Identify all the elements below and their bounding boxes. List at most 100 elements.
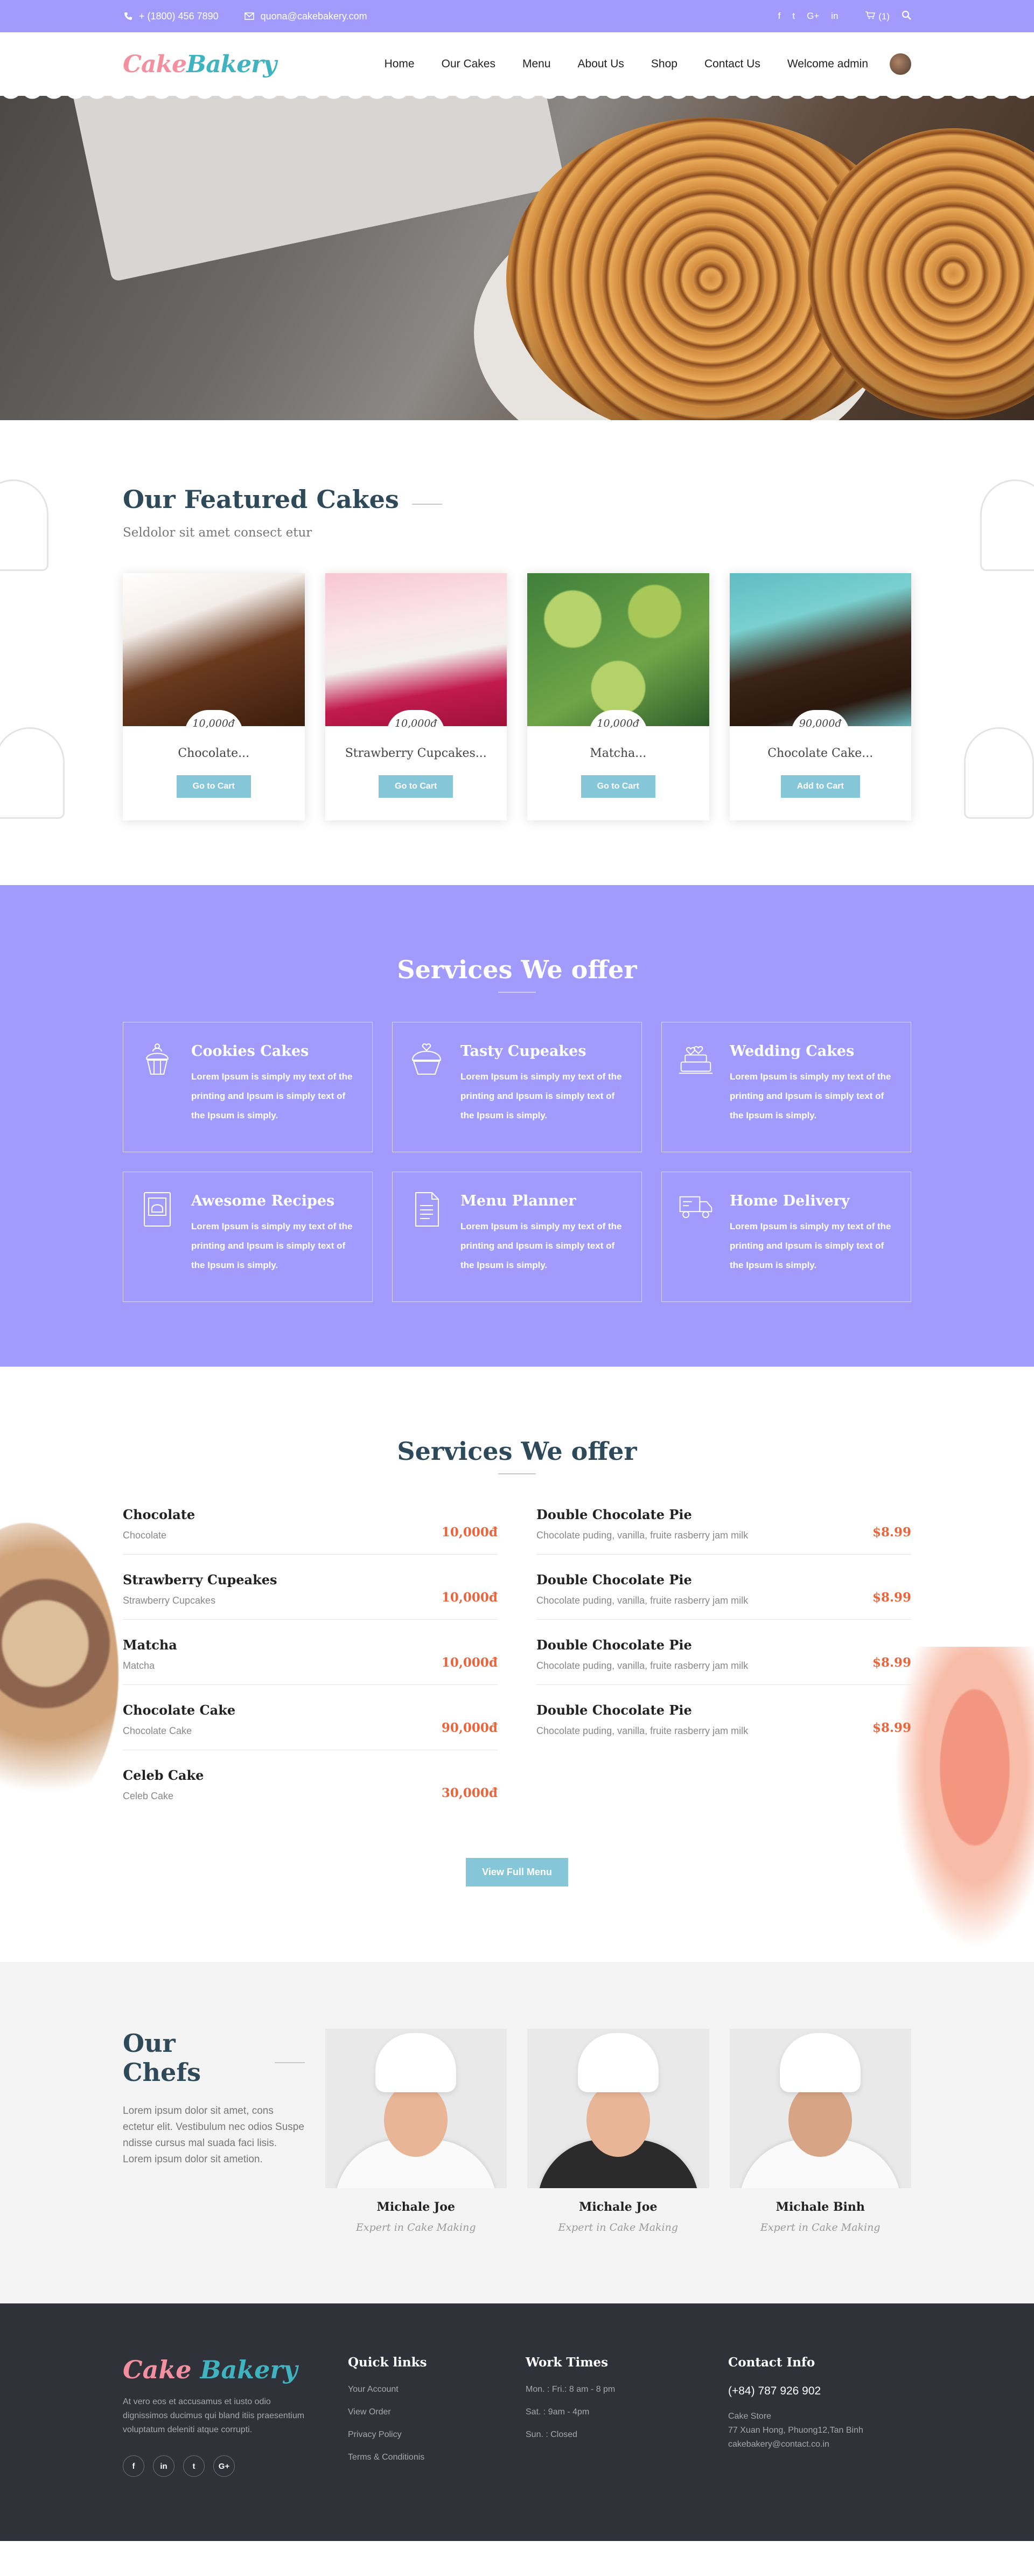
menu-item[interactable]: Matcha Matcha 10,000đ xyxy=(123,1637,498,1685)
service-title: Home Delivery xyxy=(730,1193,850,1209)
hero-banner xyxy=(0,96,1034,420)
product-image[interactable]: 10,000đ xyxy=(527,573,709,734)
product-image[interactable]: 10,000đ xyxy=(325,573,507,734)
menu-item[interactable]: Double Chocolate Pie Chocolate puding, va… xyxy=(536,1702,911,1750)
google-plus-icon[interactable]: G+ xyxy=(807,11,819,22)
footer-link-privacy-policy[interactable]: Privacy Policy xyxy=(348,2430,526,2440)
footer-link-your-account[interactable]: Your Account xyxy=(348,2385,526,2394)
product-image[interactable]: 10,000đ xyxy=(123,573,305,734)
footer-socials: f in t G+ xyxy=(123,2455,348,2477)
product-name[interactable]: Chocolate... xyxy=(123,747,305,760)
product-card-list: 10,000đ Chocolate... Go to Cart 10,000đ … xyxy=(123,573,911,820)
search-icon[interactable] xyxy=(902,10,911,23)
linkedin-icon[interactable]: in xyxy=(153,2455,174,2477)
contact-address: 77 Xuan Hong, Phuong12,Tan Binh xyxy=(728,2426,863,2435)
footer-about-text: At vero eos et accusamus et iusto odio d… xyxy=(123,2397,305,2434)
chef-role: Expert in Cake Making xyxy=(355,2222,476,2233)
contact-email[interactable]: cakebakery@contact.co.in xyxy=(728,2440,863,2449)
service-title: Menu Planner xyxy=(460,1193,576,1209)
main-menu: Home Our Cakes Menu About Us Shop Contac… xyxy=(385,53,911,75)
email-text[interactable]: quona@cakebakery.com xyxy=(261,11,367,22)
avatar[interactable] xyxy=(890,53,911,75)
logo-part-cake: Cake xyxy=(123,50,187,78)
cake-decor-left xyxy=(0,1523,118,1825)
service-card: Tasty Cupeakes Lorem Ipsum is simply my t… xyxy=(392,1022,642,1152)
services-title: Services We offer xyxy=(123,955,911,993)
chef-photo[interactable] xyxy=(527,2029,709,2188)
menu-column-right: Double Chocolate Pie Chocolate puding, va… xyxy=(536,1507,911,1832)
menu-item-price: 10,000đ xyxy=(441,1590,498,1605)
cupcake-icon xyxy=(139,1041,175,1080)
chef-photo[interactable] xyxy=(325,2029,507,2188)
facebook-icon[interactable]: f xyxy=(123,2455,144,2477)
go-to-cart-button[interactable]: Go to Cart xyxy=(581,775,655,798)
service-card: Wedding Cakes Lorem Ipsum is simply my te… xyxy=(661,1022,911,1152)
service-title: Cookies Cakes xyxy=(191,1043,309,1060)
menu-item[interactable]: Double Chocolate Pie Chocolate puding, va… xyxy=(536,1507,911,1555)
services-section: Services We offer Cookies Cakes Lorem Ips… xyxy=(0,885,1034,1367)
footer-logo[interactable]: Cake Bakery xyxy=(123,2355,348,2384)
linkedin-icon[interactable]: in xyxy=(831,11,838,22)
add-to-cart-button[interactable]: Add to Cart xyxy=(780,775,860,798)
product-image[interactable]: 90,000đ xyxy=(729,573,911,734)
facebook-icon[interactable]: f xyxy=(778,11,781,22)
service-text: Lorem Ipsum is simply my text of the pri… xyxy=(191,1221,353,1270)
go-to-cart-button[interactable]: Go to Cart xyxy=(176,775,251,798)
cupcake-outline-decor xyxy=(980,479,1034,571)
nav-about-us[interactable]: About Us xyxy=(578,58,624,71)
menu-item-name: Strawberry Cupeakes xyxy=(123,1572,277,1588)
logo-part-bakery: Bakery xyxy=(186,50,277,78)
service-title: Tasty Cupeakes xyxy=(460,1043,586,1060)
product-name[interactable]: Strawberry Cupcakes... xyxy=(325,747,507,760)
contact-store: Cake Store xyxy=(728,2412,772,2421)
services-grid: Cookies Cakes Lorem Ipsum is simply my te… xyxy=(123,1022,911,1302)
view-full-menu-button[interactable]: View Full Menu xyxy=(466,1858,568,1886)
chef-photo[interactable] xyxy=(729,2029,911,2188)
chefs-description: Lorem ipsum dolor sit amet, cons ectetur… xyxy=(123,2105,304,2165)
nav-menu[interactable]: Menu xyxy=(522,58,551,71)
contact-phone[interactable]: (+84) 787 926 902 xyxy=(728,2385,863,2398)
footer-link-terms[interactable]: Terms & Conditionis xyxy=(348,2453,526,2462)
twitter-icon[interactable]: t xyxy=(183,2455,205,2477)
main-navbar: CakeBakery Home Our Cakes Menu About Us … xyxy=(0,32,1034,103)
menu-item[interactable]: Chocolate Chocolate 10,000đ xyxy=(123,1507,498,1555)
product-price: 10,000đ xyxy=(184,710,243,734)
menu-item-name: Chocolate Cake xyxy=(123,1702,236,1718)
google-plus-icon[interactable]: G+ xyxy=(213,2455,235,2477)
nav-our-cakes[interactable]: Our Cakes xyxy=(442,58,495,71)
menu-item[interactable]: Strawberry Cupeakes Strawberry Cupcakes 10… xyxy=(123,1572,498,1620)
contact-info-title: Contact Info xyxy=(728,2355,815,2370)
menu-section: Services We offer Chocolate Chocolate 10,0… xyxy=(0,1367,1034,1962)
twitter-icon[interactable]: t xyxy=(792,11,795,22)
work-time-saturday: Sat. : 9am - 4pm xyxy=(526,2407,590,2417)
menu-item[interactable]: Double Chocolate Pie Chocolate puding, va… xyxy=(536,1637,911,1685)
product-name[interactable]: Matcha... xyxy=(527,747,709,760)
menu-item[interactable]: Chocolate Cake Chocolate Cake 90,000đ xyxy=(123,1702,498,1750)
menu-item-name: Double Chocolate Pie xyxy=(536,1572,692,1588)
recipe-book-icon xyxy=(139,1190,175,1229)
go-to-cart-button[interactable]: Go to Cart xyxy=(379,775,453,798)
menu-item[interactable]: Celeb Cake Celeb Cake 30,000đ xyxy=(123,1767,498,1815)
product-name[interactable]: Chocolate Cake... xyxy=(730,747,912,760)
service-card: Awesome Recipes Lorem Ipsum is simply my … xyxy=(123,1172,373,1302)
menu-item-price: $8.99 xyxy=(872,1655,911,1670)
nav-shop[interactable]: Shop xyxy=(651,58,677,71)
menu-item[interactable]: Double Chocolate Pie Chocolate puding, va… xyxy=(536,1572,911,1620)
product-card: 90,000đ Chocolate Cake... Add to Cart xyxy=(729,573,912,820)
nav-contact-us[interactable]: Contact Us xyxy=(704,58,760,71)
site-logo[interactable]: CakeBakery xyxy=(123,50,277,78)
cupcake-outline-decor xyxy=(0,479,48,571)
menu-item-desc: Chocolate puding, vanilla, fruite rasber… xyxy=(536,1660,749,1671)
delivery-truck-icon xyxy=(678,1190,714,1229)
cart-button[interactable]: (1) xyxy=(865,11,890,22)
work-time-sunday: Sun. : Closed xyxy=(526,2430,578,2439)
menu-item-price: 90,000đ xyxy=(441,1721,498,1735)
menu-item-price: 10,000đ xyxy=(441,1655,498,1670)
quick-links-title: Quick links xyxy=(348,2355,427,2370)
footer-quick-links: Quick links Your Account View Order Priv… xyxy=(348,2355,526,2477)
footer-link-view-order[interactable]: View Order xyxy=(348,2407,526,2417)
nav-home[interactable]: Home xyxy=(385,58,415,71)
menu-item-desc: Chocolate puding, vanilla, fruite rasber… xyxy=(536,1595,749,1606)
nav-welcome-user[interactable]: Welcome admin xyxy=(787,58,868,71)
menu-item-price: $8.99 xyxy=(872,1590,911,1605)
